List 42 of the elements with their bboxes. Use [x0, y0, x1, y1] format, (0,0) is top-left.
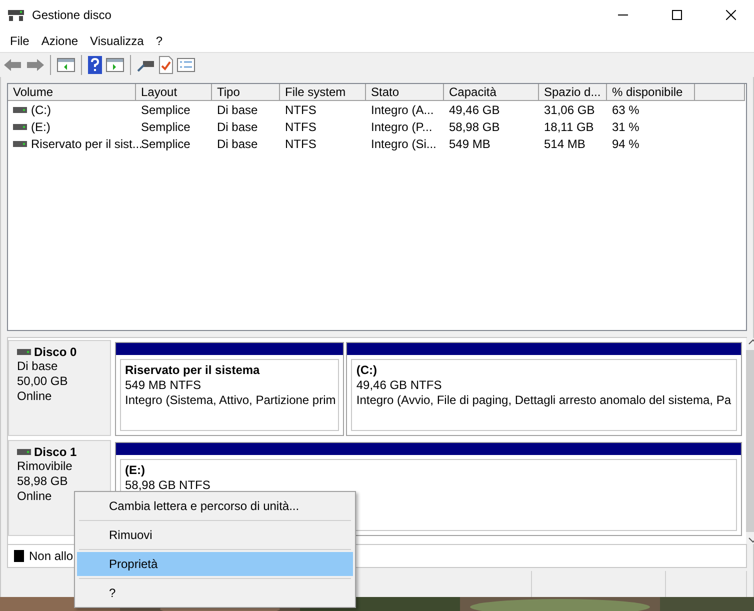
partition-status: Integro (Avvio, File di paging, Dettagli arresto anomalo del sistema, Pa [356, 393, 732, 408]
partition-title: Riservato per il sistema [125, 363, 261, 378]
table-cell: 63 % [612, 102, 640, 116]
partition-title: (C:) [356, 363, 378, 378]
table-cell: NTFS [285, 102, 316, 116]
legend-label: Non allo [29, 549, 74, 563]
table-cell: NTFS [285, 120, 316, 134]
disk-size: 58,98 GB [17, 474, 69, 489]
partition-detail: 49,46 GB NTFS [356, 378, 443, 393]
table-cell: (C:) [31, 102, 51, 116]
disk-status: Online [17, 389, 53, 404]
table-cell: Di base [217, 136, 258, 150]
table-cell: Di base [217, 102, 258, 116]
table-cell: Semplice [141, 102, 190, 116]
partition-status: Integro (Sistema, Attivo, Partizione prim [125, 393, 334, 408]
table-cell: 49,46 GB [449, 102, 500, 116]
window-title: Gestione disco [32, 8, 112, 22]
table-cell: 58,98 GB [449, 120, 500, 134]
partition-detail: 58,98 GB NTFS [125, 478, 212, 493]
table-cell: Di base [217, 120, 258, 134]
disk-type: Rimovibile [17, 459, 74, 474]
table-cell: Semplice [141, 136, 190, 150]
table-cell: 31 % [612, 120, 640, 134]
disk-name: Disco 0 [34, 345, 77, 359]
disk-status: Online [17, 489, 53, 504]
table-cell: NTFS [285, 136, 316, 150]
table-cell: Integro (P... [371, 120, 432, 134]
table-cell: Riservato per il sist... [31, 136, 142, 150]
partition-detail: 549 MB NTFS [125, 378, 202, 393]
partition-title: (E:) [125, 463, 146, 478]
table-cell: 514 MB [544, 136, 586, 150]
table-cell: Integro (A... [371, 102, 434, 116]
disk-size: 50,00 GB [17, 374, 69, 389]
table-cell: 549 MB [449, 136, 490, 150]
disk-type: Di base [17, 359, 59, 374]
table-cell: 31,06 GB [544, 102, 595, 116]
disk-name: Disco 1 [34, 445, 77, 459]
table-cell: Integro (Si... [371, 136, 436, 150]
table-cell: (E:) [31, 120, 50, 134]
table-cell: 18,11 GB [544, 120, 594, 134]
table-cell: Semplice [141, 120, 190, 134]
table-cell: 94 % [612, 136, 640, 150]
